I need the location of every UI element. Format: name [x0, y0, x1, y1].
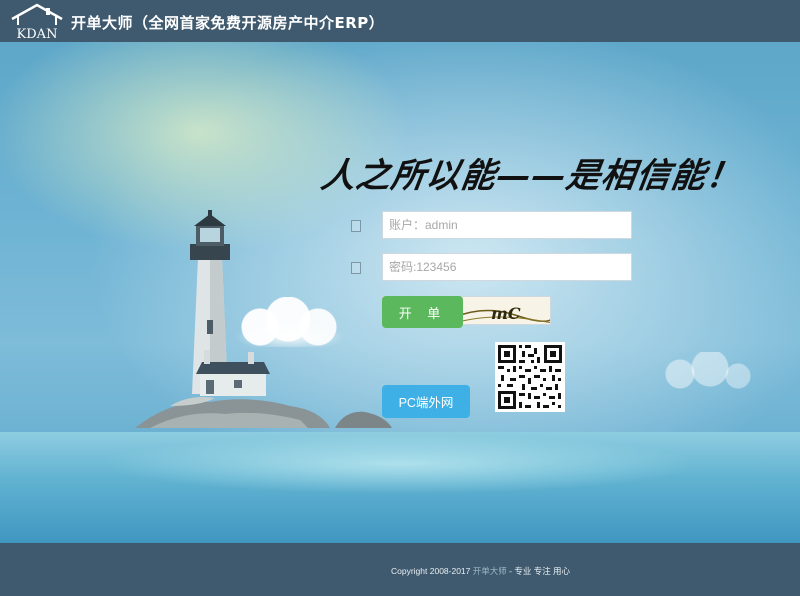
- password-input[interactable]: [382, 253, 632, 281]
- house-logo-icon: KDAN: [11, 3, 63, 42]
- qr-code-image: [495, 342, 565, 412]
- footer-bar: Copyright 2008-2017 开单大师 - 专业 专注 用心: [0, 543, 800, 596]
- copyright-prefix: Copyright 2008-2017: [391, 566, 473, 576]
- logo-text: KDAN: [17, 27, 58, 41]
- captcha-text: mC: [491, 304, 521, 323]
- qr-code-icon: [495, 342, 565, 412]
- lock-icon: [351, 262, 361, 274]
- user-icon: [351, 220, 361, 232]
- sea-glow: [100, 434, 700, 494]
- copyright-suffix: - 专业 专注 用心: [506, 566, 571, 576]
- cloud: [650, 352, 760, 392]
- account-input[interactable]: [382, 211, 632, 239]
- slogan: 人之所以能——是相信能！: [318, 156, 745, 196]
- login-button[interactable]: 开 单: [382, 296, 463, 328]
- login-background: 人之所以能——是相信能！: [0, 42, 800, 543]
- kdan-logo[interactable]: KDAN: [8, 3, 66, 42]
- copyright-text: Copyright 2008-2017 开单大师 - 专业 专注 用心: [391, 565, 570, 577]
- header-bar: KDAN 开单大师（全网首家免费开源房产中介ERP）: [0, 0, 800, 42]
- captcha-image[interactable]: mC: [454, 296, 551, 325]
- pc-external-button[interactable]: PC端外网: [382, 385, 470, 418]
- copyright-brand-link[interactable]: 开单大师: [473, 566, 507, 576]
- lighthouse-illustration: [135, 210, 392, 428]
- app-title: 开单大师（全网首家免费开源房产中介ERP）: [71, 14, 385, 32]
